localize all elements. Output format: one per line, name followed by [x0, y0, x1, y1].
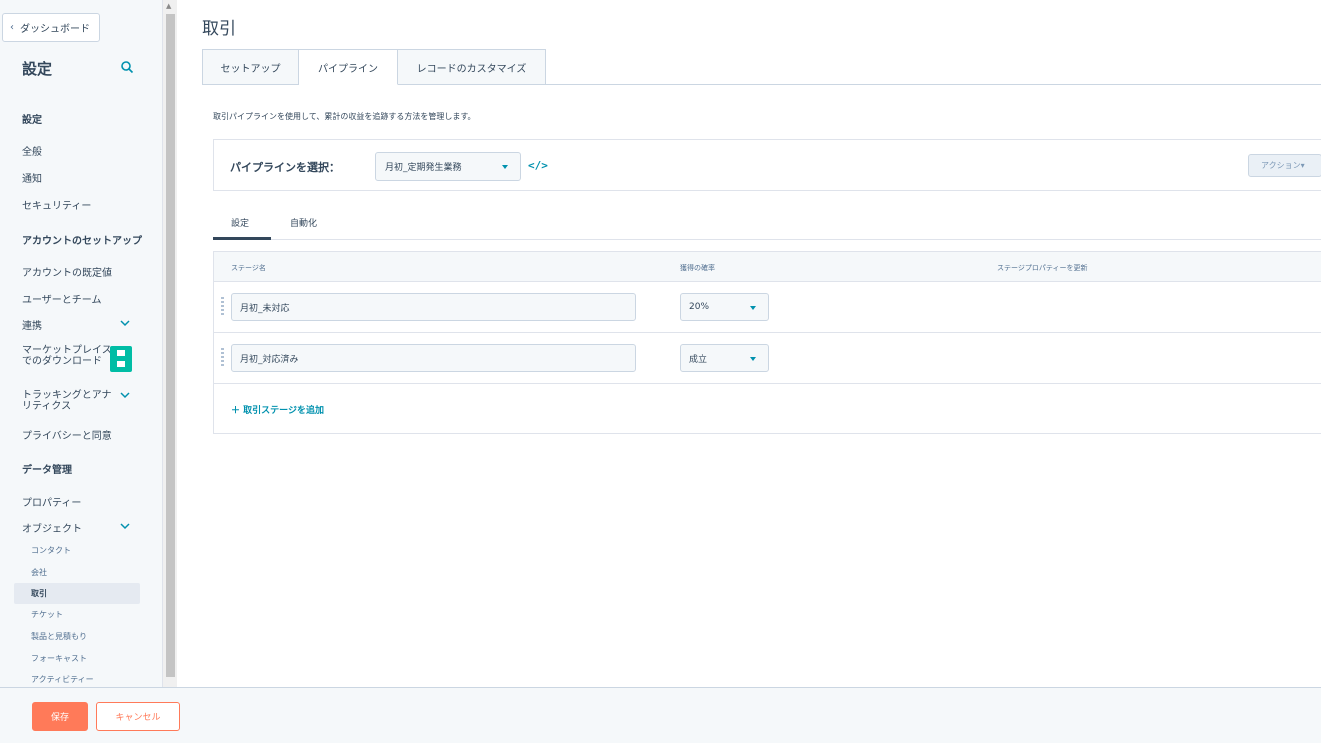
pipeline-select-label: パイプラインを選択：	[230, 161, 340, 174]
pipeline-selector-panel: パイプラインを選択： 月初_定期発生業務 </> アクション▾	[213, 139, 1321, 191]
chevron-left-icon: ‹	[10, 22, 14, 33]
page-title: 取引	[202, 19, 236, 39]
chevron-down-icon[interactable]	[120, 318, 130, 328]
sidebar-subitem-forecast[interactable]: フォーキャスト	[31, 653, 87, 664]
subtabs-divider	[213, 239, 1321, 240]
sidebar-item-general[interactable]: 全般	[22, 143, 42, 158]
active-subtab-indicator	[213, 237, 271, 240]
sidebar-scrollbar[interactable]: ▲	[163, 0, 177, 687]
main-tabs: セットアップ パイプライン レコードのカスタマイズ	[202, 49, 546, 85]
sidebar-heading-account-setup: アカウントのセットアップ	[22, 236, 142, 247]
embed-code-icon[interactable]: </>	[528, 159, 548, 172]
cancel-button[interactable]: キャンセル	[96, 702, 180, 731]
sidebar-subitem-deals[interactable]: 取引	[31, 588, 47, 599]
tab-record-customization[interactable]: レコードのカスタマイズ	[398, 49, 546, 85]
marketplace-line1: マーケットプレイス	[22, 345, 112, 356]
sidebar-subitem-products-quotes[interactable]: 製品と見積もり	[31, 631, 87, 642]
external-link-icon	[110, 346, 132, 372]
drag-handle-icon[interactable]	[221, 297, 224, 315]
table-header: ステージ名 獲得の確率 ステージプロパティーを更新	[214, 252, 1321, 282]
tab-pipeline[interactable]: パイプライン	[299, 49, 398, 85]
table-row: 月初_未対応 20%	[214, 282, 1321, 333]
search-icon[interactable]	[120, 60, 134, 74]
column-header-probability: 獲得の確率	[680, 264, 715, 272]
sidebar-item-notifications[interactable]: 通知	[22, 170, 42, 185]
chevron-down-icon[interactable]	[120, 390, 130, 400]
tab-setup[interactable]: セットアップ	[202, 49, 299, 85]
sidebar-subitem-activities[interactable]: アクティビティー	[31, 674, 94, 685]
drag-handle-icon[interactable]	[221, 348, 224, 366]
caret-down-icon	[750, 306, 756, 310]
pipeline-description: 取引パイプラインを使用して、累計の収益を追跡する方法を管理します。	[213, 112, 476, 121]
actions-button[interactable]: アクション▾	[1248, 154, 1321, 177]
add-deal-stage-link[interactable]: ＋ 取引ステージを追加	[231, 403, 324, 416]
stage-name-input[interactable]: 月初_対応済み	[231, 344, 636, 372]
sidebar-item-users-teams[interactable]: ユーザーとチーム	[22, 291, 102, 306]
app-root: ‹ ダッシュボード 設定 設定 全般 通知 セキュリティー アカウントのセットア…	[0, 0, 1321, 743]
back-button-label: ダッシュボード	[20, 24, 90, 35]
column-header-stage-properties: ステージプロパティーを更新	[997, 264, 1088, 272]
save-button[interactable]: 保存	[32, 702, 88, 731]
tracking-line1: トラッキングとアナ	[22, 390, 112, 401]
caret-down-icon	[750, 357, 756, 361]
probability-dropdown[interactable]: 20%	[680, 293, 769, 321]
marketplace-line2: でのダウンロード	[22, 356, 102, 367]
tracking-line2: リティクス	[22, 401, 72, 412]
pipeline-dropdown[interactable]: 月初_定期発生業務	[375, 152, 521, 181]
sidebar-item-marketplace[interactable]: マーケットプレイス でのダウンロード	[22, 345, 112, 367]
stage-name-input[interactable]: 月初_未対応	[231, 293, 636, 321]
sidebar-item-objects[interactable]: オブジェクト	[22, 520, 82, 535]
probability-dropdown[interactable]: 成立	[680, 344, 769, 372]
probability-value: 成立	[689, 354, 708, 365]
chevron-down-icon[interactable]	[120, 521, 130, 531]
sidebar-subitem-contacts[interactable]: コンタクト	[31, 545, 71, 556]
caret-down-icon	[502, 165, 508, 169]
sidebar-subitem-tickets[interactable]: チケット	[31, 609, 63, 620]
tabs-divider	[545, 84, 1321, 85]
scrollbar-thumb[interactable]	[166, 14, 175, 677]
sidebar-item-privacy[interactable]: プライバシーと同意	[22, 427, 112, 442]
back-to-dashboard-button[interactable]: ‹ ダッシュボード	[2, 13, 100, 42]
settings-sidebar: ‹ ダッシュボード 設定 設定 全般 通知 セキュリティー アカウントのセットア…	[0, 0, 163, 687]
subtab-settings[interactable]: 設定	[231, 216, 249, 229]
sidebar-item-security[interactable]: セキュリティー	[22, 197, 91, 212]
stages-table: ステージ名 獲得の確率 ステージプロパティーを更新 月初_未対応 20% 月初_…	[213, 251, 1321, 434]
footer-bar: 保存 キャンセル	[0, 687, 1321, 743]
sidebar-item-integrations[interactable]: 連携	[22, 317, 42, 332]
table-row: 月初_対応済み 成立	[214, 333, 1321, 384]
sidebar-heading-settings: 設定	[22, 115, 42, 126]
subtab-automation[interactable]: 自動化	[290, 216, 317, 229]
column-header-stage-name: ステージ名	[231, 264, 266, 272]
sidebar-heading-data-management: データ管理	[22, 465, 72, 476]
pipeline-dropdown-value: 月初_定期発生業務	[385, 163, 462, 173]
probability-value: 20%	[689, 302, 710, 312]
sidebar-item-account-defaults[interactable]: アカウントの既定値	[22, 264, 112, 279]
sidebar-item-tracking[interactable]: トラッキングとアナ リティクス	[22, 390, 112, 412]
sidebar-subitem-companies[interactable]: 会社	[31, 567, 47, 578]
scroll-up-arrow-icon[interactable]: ▲	[166, 2, 171, 10]
sidebar-title: 設定	[22, 60, 53, 78]
sidebar-item-properties[interactable]: プロパティー	[22, 494, 81, 509]
